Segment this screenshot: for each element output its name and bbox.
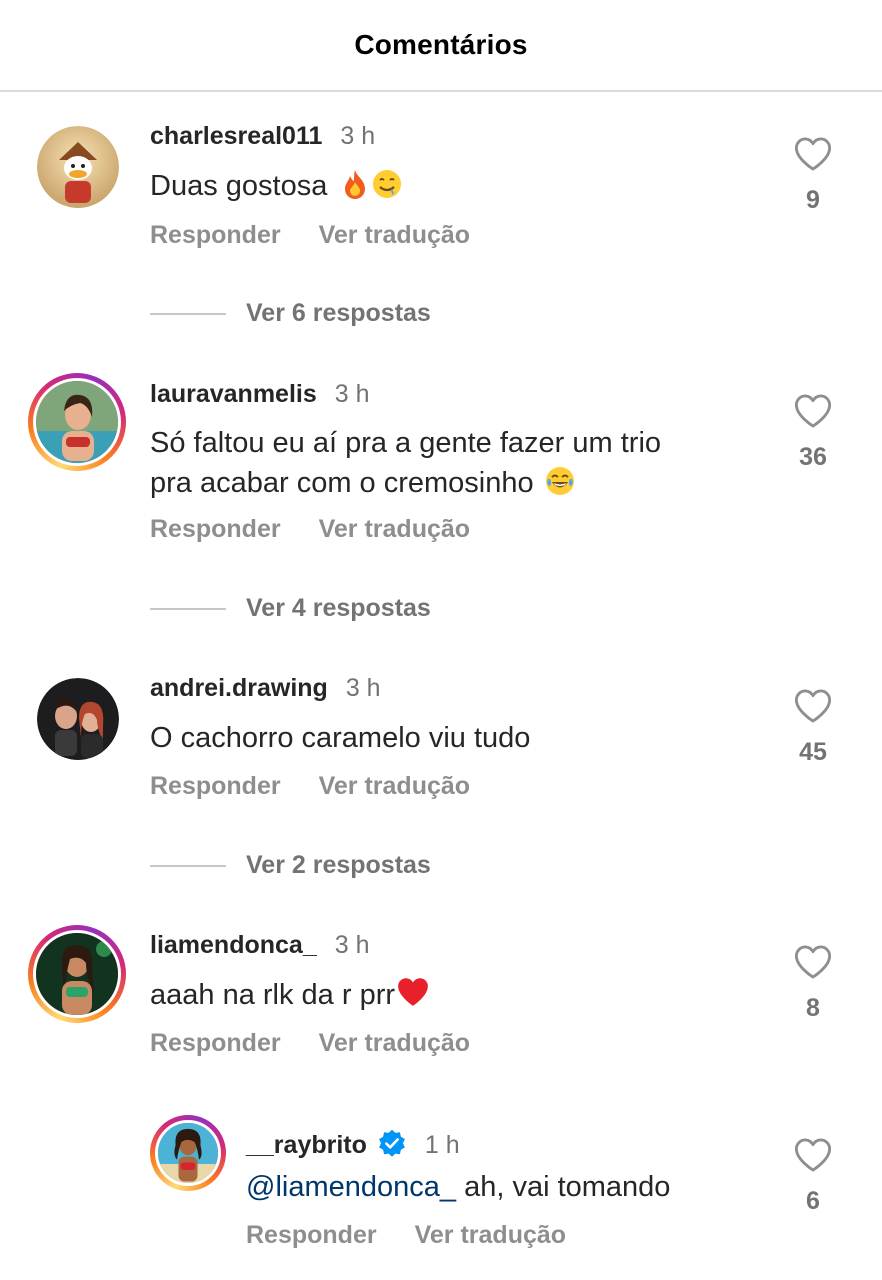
tears-of-joy-emoji	[545, 467, 574, 495]
see-translation-button[interactable]: Ver tradução	[319, 221, 470, 250]
like-button[interactable]: 45	[793, 688, 833, 767]
see-translation-button[interactable]: Ver tradução	[319, 515, 470, 544]
like-count: 8	[806, 994, 820, 1022]
reply-text-content: ah, vai tomando	[456, 1171, 671, 1203]
comment-text: Duas gostosa	[150, 166, 750, 206]
see-translation-button[interactable]: Ver tradução	[415, 1221, 566, 1250]
avatar[interactable]	[37, 126, 119, 208]
like-count: 6	[806, 1187, 820, 1215]
heart-icon	[794, 945, 832, 979]
comment-username[interactable]: charlesreal011	[150, 122, 322, 151]
comment-text: aaah na rlk da r prr	[150, 975, 750, 1015]
reply-button[interactable]: Responder	[150, 515, 281, 544]
comment-time: 3 h	[334, 931, 370, 959]
comment-time: 3 h	[345, 674, 381, 702]
comment-text: O cachorro caramelo viu tudo	[150, 718, 750, 758]
comment-time: 3 h	[334, 380, 370, 408]
view-replies-button[interactable]: Ver 4 respostas	[150, 594, 431, 623]
verified-badge-icon	[378, 1129, 405, 1157]
comment-username[interactable]: andrei.drawing	[150, 674, 328, 703]
reply-button[interactable]: Responder	[150, 1029, 281, 1058]
avatar[interactable]	[37, 678, 119, 760]
like-button[interactable]: 8	[793, 944, 833, 1023]
like-count: 36	[799, 443, 827, 471]
comment-time: 3 h	[340, 122, 376, 150]
reply-username[interactable]: __raybrito	[246, 1131, 367, 1160]
avatar[interactable]	[28, 373, 126, 471]
like-button[interactable]: 6	[793, 1137, 833, 1216]
like-count: 9	[806, 186, 820, 214]
page-title: Comentários	[354, 29, 528, 60]
avatar[interactable]	[150, 1115, 226, 1191]
comment-text-content: O cachorro caramelo viu tudo	[150, 722, 531, 754]
see-translation-button[interactable]: Ver tradução	[319, 772, 470, 801]
comment-username[interactable]: lauravanmelis	[150, 380, 317, 409]
mention-link[interactable]: @liamendonca_	[246, 1171, 456, 1203]
like-button[interactable]: 36	[793, 393, 833, 472]
heart-icon	[794, 1138, 832, 1172]
comment-text-line-content: pra acabar com o cremosinho	[150, 467, 534, 499]
replies-divider	[150, 607, 226, 610]
comment-text-content: aaah na rlk da r prr	[150, 979, 396, 1011]
heart-icon	[794, 137, 832, 171]
red-heart-emoji	[398, 978, 428, 1006]
fire-emoji	[345, 170, 366, 199]
heart-icon	[794, 689, 832, 723]
replies-divider	[150, 312, 226, 315]
view-replies-label: Ver 6 respostas	[246, 299, 431, 327]
drooling-face-emoji	[373, 170, 402, 198]
reply-button[interactable]: Responder	[150, 772, 281, 801]
heart-icon	[794, 394, 832, 428]
like-button[interactable]: 9	[793, 136, 833, 215]
avatar[interactable]	[28, 925, 126, 1023]
reply-text: @liamendonca_ ah, vai tomando	[246, 1167, 846, 1207]
like-count: 45	[799, 738, 827, 766]
reply-button[interactable]: Responder	[246, 1221, 377, 1250]
reply-time: 1 h	[424, 1131, 460, 1159]
comments-header: Comentários	[0, 0, 882, 92]
comment-username[interactable]: liamendonca_	[150, 931, 317, 960]
comment-text-line: pra acabar com o cremosinho	[150, 463, 750, 503]
view-replies-button[interactable]: Ver 6 respostas	[150, 299, 431, 328]
reply-button[interactable]: Responder	[150, 221, 281, 250]
view-replies-label: Ver 2 respostas	[246, 851, 431, 879]
see-translation-button[interactable]: Ver tradução	[319, 1029, 470, 1058]
comment-text-line: Só faltou eu aí pra a gente fazer um tri…	[150, 427, 662, 459]
view-replies-label: Ver 4 respostas	[246, 594, 431, 622]
comment-text: Só faltou eu aí pra a gente fazer um tri…	[150, 423, 750, 503]
replies-divider	[150, 864, 226, 867]
view-replies-button[interactable]: Ver 2 respostas	[150, 851, 431, 880]
comment-text-content: Duas gostosa	[150, 170, 328, 202]
